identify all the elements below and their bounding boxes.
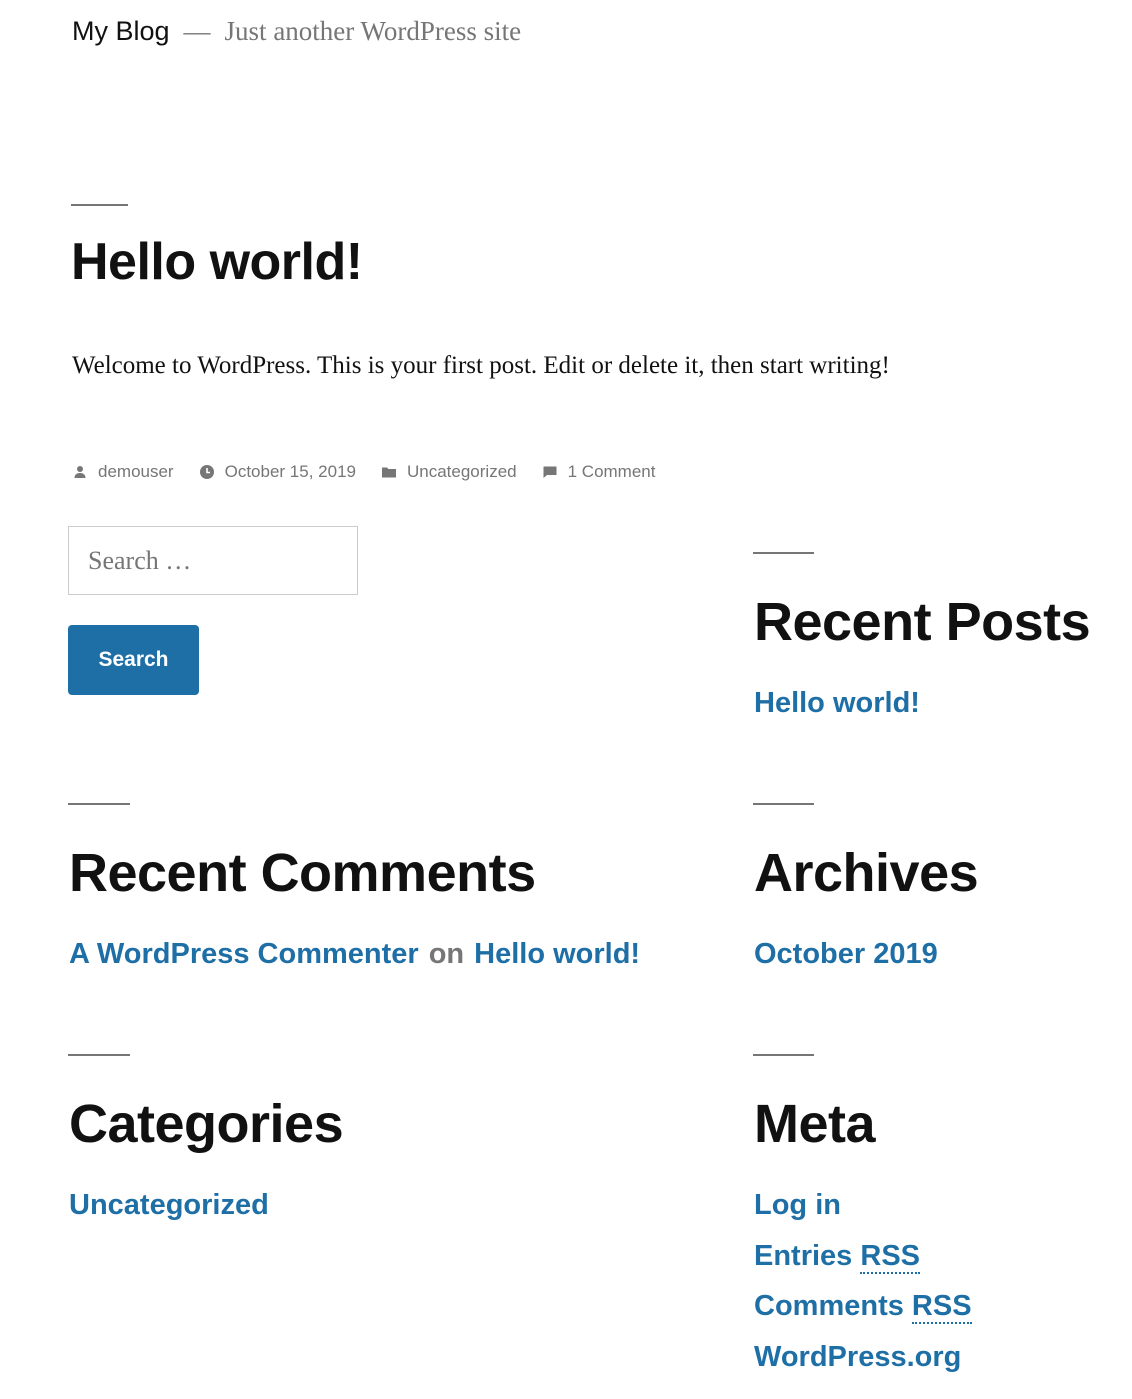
title-separator: — <box>183 16 211 46</box>
comments-label: Comments <box>754 1290 904 1322</box>
recent-post-link[interactable]: Hello world! <box>754 687 920 720</box>
categories-divider <box>68 1054 130 1056</box>
comment-post-link[interactable]: Hello world! <box>474 938 640 970</box>
categories-title: Categories <box>69 1094 344 1154</box>
person-icon <box>72 464 88 480</box>
site-title-link[interactable]: My Blog <box>72 16 170 47</box>
comment-icon <box>542 464 558 480</box>
search-input[interactable] <box>68 526 358 595</box>
search-button[interactable]: Search <box>68 625 199 695</box>
comment-connector: on <box>428 938 465 970</box>
post-content: Welcome to WordPress. This is your first… <box>72 352 890 379</box>
recent-posts-title: Recent Posts <box>754 592 1091 652</box>
log-in-link[interactable]: Log in <box>754 1189 841 1222</box>
entries-rss-link[interactable]: Entries RSS <box>754 1240 921 1274</box>
archive-link[interactable]: October 2019 <box>754 938 938 971</box>
recent-posts-divider <box>753 552 814 554</box>
comment-author-link[interactable]: A WordPress Commenter <box>69 938 419 970</box>
recent-comments-title: Recent Comments <box>69 843 536 903</box>
meta-comments: 1 Comment <box>542 462 656 482</box>
meta-title: Meta <box>754 1094 876 1154</box>
comments-rss-abbr: RSS <box>911 1290 972 1324</box>
meta-date: October 15, 2019 <box>199 462 356 482</box>
wordpress-org-link[interactable]: WordPress.org <box>754 1341 961 1374</box>
meta-divider <box>753 1054 814 1056</box>
comments-link[interactable]: 1 Comment <box>568 462 656 482</box>
author-link[interactable]: demouser <box>98 462 174 482</box>
comments-rss-link[interactable]: Comments RSS <box>754 1290 972 1324</box>
entries-label: Entries <box>754 1240 853 1272</box>
site-tagline: Just another WordPress site <box>224 16 522 46</box>
post-meta: demouser October 15, 2019 Uncategorized … <box>72 462 680 482</box>
meta-category: Uncategorized <box>381 462 517 482</box>
recent-comments-divider <box>68 803 130 805</box>
post-divider <box>71 204 128 206</box>
entries-rss-abbr: RSS <box>860 1240 921 1274</box>
meta-author: demouser <box>72 462 174 482</box>
archives-divider <box>753 803 814 805</box>
archives-title: Archives <box>754 843 979 903</box>
category-widget-link[interactable]: Uncategorized <box>69 1189 269 1222</box>
category-link[interactable]: Uncategorized <box>407 462 517 482</box>
folder-icon <box>381 464 397 480</box>
post-title[interactable]: Hello world! <box>71 232 363 292</box>
site-header: My Blog — Just another WordPress site <box>72 16 521 47</box>
recent-comment-item: A WordPress Commenter on Hello world! <box>69 938 640 971</box>
date-link[interactable]: October 15, 2019 <box>225 462 356 482</box>
clock-icon <box>199 464 215 480</box>
